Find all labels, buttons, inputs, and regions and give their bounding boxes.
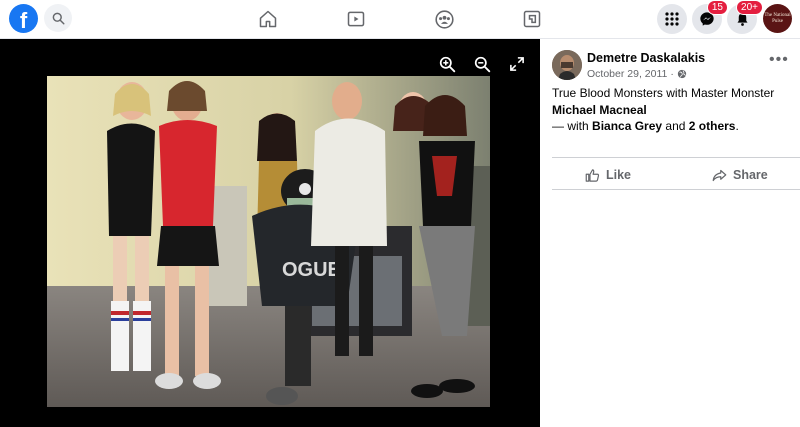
- tagged-person-link[interactable]: Bianca Grey: [592, 119, 662, 133]
- photo-viewer: OGUE: [0, 39, 540, 427]
- author-name[interactable]: Demetre Daskalakis: [587, 51, 705, 65]
- nav-watch[interactable]: [343, 6, 369, 32]
- notifications-button[interactable]: 20+: [727, 0, 763, 34]
- messenger-badge: 15: [706, 0, 728, 15]
- facebook-logo[interactable]: f: [9, 4, 38, 33]
- tagged-master-monster[interactable]: Michael Macneal: [552, 103, 647, 117]
- post-date[interactable]: October 29, 2011 ·: [587, 68, 687, 80]
- post-caption: True Blood Monsters with Master Monster …: [552, 85, 792, 119]
- with-suffix: .: [735, 119, 739, 133]
- post-date-text: October 29, 2011: [587, 68, 668, 80]
- gaming-icon: [523, 10, 541, 28]
- tagged-people-line: — with Bianca Grey and 2 others.: [552, 119, 739, 133]
- share-arrow-icon: [712, 169, 727, 181]
- group-costume-photo: OGUE: [47, 76, 490, 407]
- messenger-button[interactable]: 15: [692, 0, 728, 34]
- svg-text:OGUE: OGUE: [282, 259, 341, 281]
- author-avatar[interactable]: [552, 50, 582, 80]
- like-button[interactable]: Like: [585, 165, 631, 185]
- watch-icon: [347, 11, 365, 27]
- expand-icon: [510, 57, 524, 71]
- profile-avatar[interactable]: The National Pulse: [763, 4, 792, 33]
- zoom-out-icon: [474, 56, 490, 72]
- share-label: Share: [733, 168, 768, 182]
- like-label: Like: [606, 168, 632, 182]
- notifications-badge: 20+: [736, 0, 763, 15]
- nav-groups[interactable]: [431, 6, 457, 32]
- groups-icon: [434, 9, 454, 29]
- nav-home[interactable]: [255, 6, 281, 32]
- divider: [552, 157, 800, 158]
- zoom-out-button[interactable]: [472, 54, 492, 74]
- share-button[interactable]: Share: [712, 165, 768, 185]
- with-prefix: — with: [552, 119, 589, 133]
- fullscreen-button[interactable]: [507, 54, 527, 74]
- home-icon: [259, 10, 277, 28]
- caption-text: True Blood Monsters with Master Monster: [552, 86, 775, 100]
- menu-button[interactable]: [657, 4, 687, 34]
- post-photo[interactable]: OGUE: [47, 76, 490, 407]
- globe-icon: [677, 69, 687, 79]
- grid-menu-icon: [665, 12, 679, 26]
- search-icon: [52, 12, 65, 25]
- divider: [552, 189, 800, 190]
- search-button[interactable]: [44, 4, 72, 32]
- more-options-button[interactable]: •••: [769, 52, 789, 68]
- zoom-in-button[interactable]: [437, 54, 457, 74]
- with-and: and: [665, 119, 686, 133]
- zoom-in-icon: [439, 56, 455, 72]
- post-details-panel: Demetre Daskalakis October 29, 2011 · ••…: [540, 39, 800, 427]
- ellipsis-icon: •••: [769, 51, 789, 68]
- nav-gaming[interactable]: [519, 6, 545, 32]
- thumbs-up-icon: [585, 168, 600, 182]
- top-navigation-bar: f 15 20+ The National Pulse: [0, 0, 800, 39]
- profile-avatar-text: The National Pulse: [764, 12, 791, 24]
- tagged-others-link[interactable]: 2 others: [689, 119, 736, 133]
- separator-dot: ·: [670, 68, 674, 80]
- author-avatar-image: [552, 50, 582, 80]
